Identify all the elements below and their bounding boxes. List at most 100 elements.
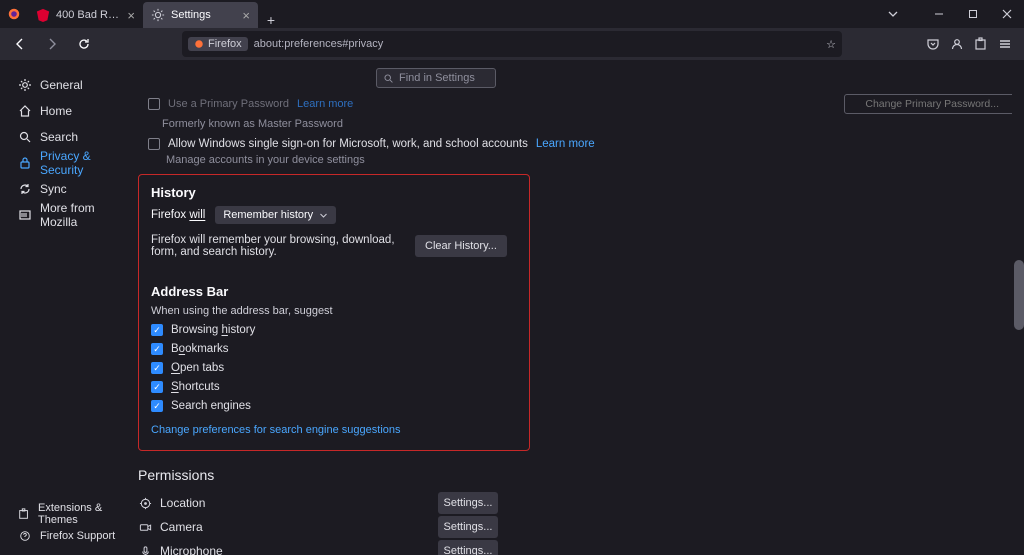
sidebar-item-support[interactable]: Firefox Support: [12, 525, 130, 547]
sidebar-label: Sync: [40, 182, 67, 196]
opt-bookmarks: ✓ Bookmarks: [151, 343, 517, 355]
identity-chip[interactable]: Firefox: [188, 37, 248, 51]
identity-label: Firefox: [208, 38, 242, 50]
perm-settings-button[interactable]: Settings...: [438, 492, 498, 514]
camera-icon: [138, 520, 152, 534]
permissions-heading: Permissions: [138, 467, 498, 483]
change-search-prefs-link[interactable]: Change preferences for search engine sug…: [151, 424, 517, 436]
sidebar-label: Privacy & Security: [40, 149, 124, 177]
partial-row: Use a Primary Password Learn more Change…: [148, 94, 1024, 114]
sidebar-item-more[interactable]: More from Mozilla: [12, 202, 130, 228]
learn-more-link[interactable]: Learn more: [297, 98, 353, 110]
lock-icon: [18, 156, 32, 170]
checkbox[interactable]: ✓: [151, 343, 163, 355]
perm-row-location: Location Settings...: [138, 491, 498, 515]
obscured-label: Use a Primary Password: [168, 98, 289, 110]
find-in-settings-input[interactable]: Find in Settings: [376, 68, 496, 88]
angular-icon: [36, 8, 50, 22]
sidebar-item-extensions[interactable]: Extensions & Themes: [12, 503, 130, 525]
tab-title: Settings: [171, 9, 236, 21]
history-desc: Firefox will remember your browsing, dow…: [151, 234, 401, 258]
sidebar-item-search[interactable]: Search: [12, 124, 130, 150]
close-icon[interactable]: ×: [127, 9, 135, 22]
app-menu-icon[interactable]: [998, 37, 1012, 51]
tabs-dropdown-button[interactable]: [876, 0, 910, 28]
checkbox[interactable]: ✓: [151, 324, 163, 336]
content-area: General Home Search Privacy & Security S…: [0, 60, 1024, 555]
sidebar-item-home[interactable]: Home: [12, 98, 130, 124]
addressbar-heading: Address Bar: [151, 284, 517, 299]
clear-history-button[interactable]: Clear History...: [415, 235, 507, 257]
forward-button[interactable]: [38, 31, 66, 57]
checkbox[interactable]: ✓: [151, 362, 163, 374]
history-heading: History: [151, 185, 517, 200]
perm-label: Microphone: [160, 544, 223, 555]
tab-bad-request[interactable]: 400 Bad Request ×: [28, 2, 143, 28]
newtab-button[interactable]: +: [258, 12, 284, 28]
sidebar-item-privacy[interactable]: Privacy & Security: [12, 150, 130, 176]
firefox-will-label: Firefox will: [151, 209, 205, 221]
select-value: Remember history: [223, 209, 313, 221]
sidebar-item-general[interactable]: General: [12, 72, 130, 98]
scrollbar-thumb[interactable]: [1014, 260, 1024, 330]
addressbar-sub: When using the address bar, suggest: [151, 305, 517, 317]
save-pocket-icon[interactable]: [926, 37, 940, 51]
help-icon: [18, 529, 32, 543]
history-mode-select[interactable]: Remember history: [215, 206, 336, 224]
tab-title: 400 Bad Request: [56, 9, 121, 21]
sso-label: Allow Windows single sign-on for Microso…: [168, 138, 528, 150]
checkbox[interactable]: [148, 98, 160, 110]
opt-label: Bookmarks: [171, 343, 229, 355]
sidebar-item-sync[interactable]: Sync: [12, 176, 130, 202]
sidebar-bottom: Extensions & Themes Firefox Support: [12, 503, 130, 547]
location-icon: [138, 496, 152, 510]
allow-sso-row: Allow Windows single sign-on for Microso…: [148, 138, 1024, 150]
perm-row-camera: Camera Settings...: [138, 515, 498, 539]
microphone-icon: [138, 544, 152, 555]
formerly-text: Formerly known as Master Password: [162, 118, 1024, 130]
perm-label: Location: [160, 496, 205, 510]
close-icon[interactable]: ×: [242, 9, 250, 22]
find-wrapper: Find in Settings: [376, 68, 1024, 88]
change-password-button[interactable]: Change Primary Password...: [844, 94, 1020, 114]
perm-settings-button[interactable]: Settings...: [438, 516, 498, 538]
scroll-pane: Use a Primary Password Learn more Change…: [138, 92, 1024, 555]
find-placeholder: Find in Settings: [399, 72, 475, 84]
sync-icon: [18, 182, 32, 196]
window-controls: [876, 0, 1024, 28]
account-icon[interactable]: [950, 37, 964, 51]
sidebar-label: Search: [40, 130, 78, 144]
search-icon: [18, 130, 32, 144]
opt-label: Browsing history: [171, 324, 255, 336]
sidebar-label: Home: [40, 104, 72, 118]
perm-label: Camera: [160, 520, 203, 534]
opt-open-tabs: ✓Open tabs: [151, 362, 517, 374]
sso-checkbox[interactable]: [148, 138, 160, 150]
checkbox[interactable]: ✓: [151, 381, 163, 393]
close-button[interactable]: [990, 0, 1024, 28]
reload-button[interactable]: [70, 31, 98, 57]
manage-accounts-text: Manage accounts in your device settings: [166, 154, 1024, 166]
url-text: about:preferences#privacy: [254, 38, 821, 50]
minimize-button[interactable]: [922, 0, 956, 28]
bookmark-star-icon[interactable]: ☆: [826, 38, 836, 51]
sidebar-label: More from Mozilla: [40, 201, 124, 229]
back-button[interactable]: [6, 31, 34, 57]
scrollbar-track[interactable]: [1012, 60, 1024, 530]
opt-shortcuts: ✓Shortcuts: [151, 381, 517, 393]
settings-sidebar: General Home Search Privacy & Security S…: [0, 60, 130, 555]
opt-search-engines: ✓ Search engines: [151, 400, 517, 412]
learn-more-link[interactable]: Learn more: [536, 138, 595, 150]
tab-settings[interactable]: Settings ×: [143, 2, 258, 28]
history-mode-row: Firefox will Remember history: [151, 206, 517, 224]
checkbox[interactable]: ✓: [151, 400, 163, 412]
maximize-button[interactable]: [956, 0, 990, 28]
main-panel: Find in Settings Use a Primary Password …: [130, 60, 1024, 555]
gear-icon: [18, 78, 32, 92]
perm-row-microphone: Microphone Settings...: [138, 539, 498, 555]
perm-settings-button[interactable]: Settings...: [438, 540, 498, 555]
extensions-icon[interactable]: [974, 37, 988, 51]
opt-label: Search engines: [171, 400, 251, 412]
tabstrip: 400 Bad Request × Settings × +: [28, 0, 284, 28]
address-bar[interactable]: Firefox about:preferences#privacy ☆: [182, 31, 842, 57]
